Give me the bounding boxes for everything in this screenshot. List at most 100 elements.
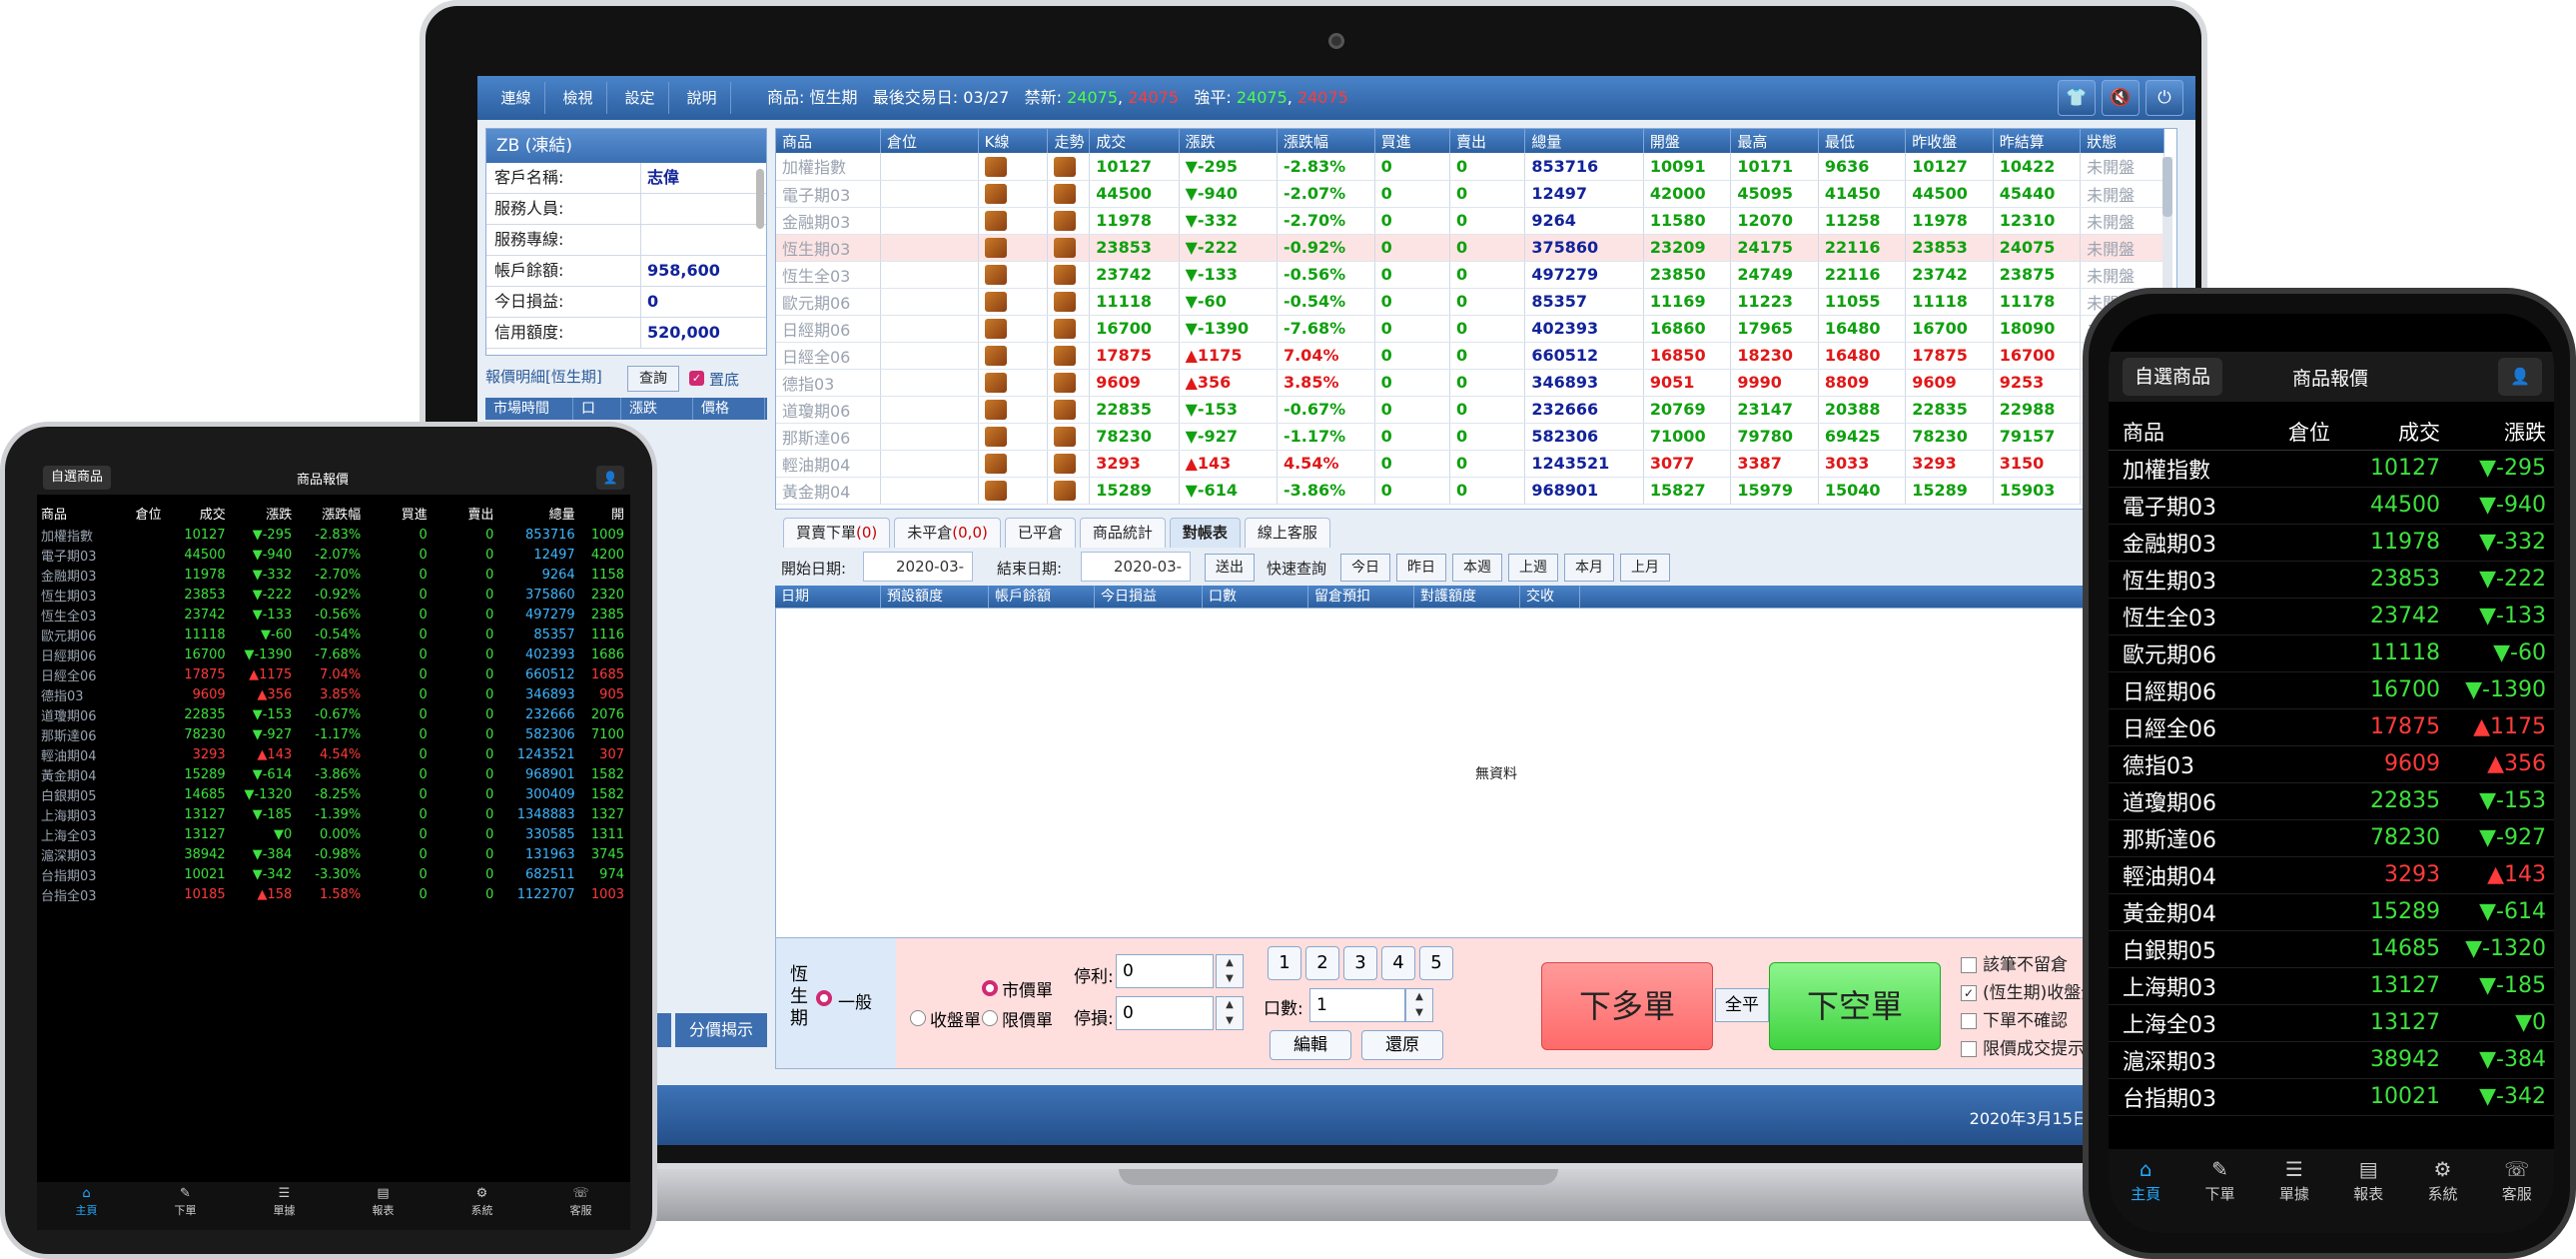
phone-column-header[interactable]: 成交	[2338, 414, 2448, 451]
edit-button[interactable]: 編輯	[1270, 1030, 1351, 1060]
grid-column-header[interactable]: 走勢	[1047, 129, 1091, 153]
phone-quote-row[interactable]: 日經全06 17875 ▲1175	[2109, 708, 2554, 746]
grid-column-header[interactable]: 昨收盤	[1905, 129, 1994, 153]
trend-icon[interactable]	[1054, 237, 1077, 258]
quick-range-button[interactable]: 上週	[1508, 554, 1558, 582]
kline-icon[interactable]	[984, 453, 1007, 474]
kline-icon[interactable]	[978, 450, 1049, 478]
end-date-input[interactable]: 2020-03-15	[1081, 552, 1191, 604]
quantity-input[interactable]: 1	[1309, 988, 1405, 1022]
phone-column-header[interactable]: 商品	[2109, 414, 2248, 451]
bottom-tab[interactable]: 線上客服	[1244, 518, 1330, 548]
quick-quantity-button[interactable]: 5	[1419, 946, 1453, 980]
quote-row[interactable]: 恆生期03 23853 ▼-222 -0.92% 0 0 375860 23209 24175 2…	[776, 234, 2164, 262]
tablet-column-header[interactable]: 開	[581, 501, 630, 525]
quick-quantity-button[interactable]: 2	[1305, 946, 1339, 980]
grid-column-header[interactable]: 最高	[1730, 129, 1819, 153]
phone-quote-row[interactable]: 金融期03 11978 ▼-332	[2109, 524, 2554, 562]
tab-price-disclosure[interactable]: 分價揭示	[674, 1013, 767, 1047]
trend-icon[interactable]	[1054, 264, 1077, 285]
take-profit-stepper[interactable]: ▲ ▼	[1216, 954, 1244, 988]
kline-icon[interactable]	[984, 264, 1007, 285]
phone-quote-row[interactable]: 台指期03 10021 ▼-342	[2109, 1078, 2554, 1116]
quick-range-button[interactable]: 本週	[1452, 554, 1502, 582]
nav-item[interactable]: ☰ 單據	[2257, 1149, 2331, 1233]
trend-icon[interactable]	[1047, 450, 1091, 478]
tablet-quote-row[interactable]: 金融期03 11978 ▼-332 -2.70% 0 0 9264 1158	[37, 565, 630, 585]
market-order-radio[interactable]	[982, 980, 998, 996]
grid-column-header[interactable]: 買進	[1374, 129, 1451, 153]
tablet-quote-row[interactable]: 電子期03 44500 ▼-940 -2.07% 0 0 12497 4200	[37, 545, 630, 565]
grid-column-header[interactable]: 賣出	[1449, 129, 1526, 153]
theme-icon[interactable]: 👕	[2058, 80, 2096, 116]
trend-icon[interactable]	[1047, 153, 1091, 181]
phone-watchlist-button[interactable]: 自選商品	[2123, 358, 2223, 396]
trend-icon[interactable]	[1047, 342, 1091, 370]
quick-range-button[interactable]: 上月	[1620, 554, 1670, 582]
grid-column-header[interactable]: K線	[978, 129, 1049, 153]
grid-column-header[interactable]: 總量	[1524, 129, 1644, 153]
flatten-all-button[interactable]: 全平	[1715, 988, 1769, 1022]
tablet-watchlist-button[interactable]: 自選商品	[43, 466, 112, 490]
kline-icon[interactable]	[978, 180, 1049, 208]
user-icon[interactable]: 👤	[2498, 358, 2542, 396]
tablet-quote-row[interactable]: 日經全06 17875 ▲1175 7.04% 0 0 660512 1685	[37, 664, 630, 684]
buy-long-button[interactable]: 下多單	[1541, 962, 1713, 1050]
kline-icon[interactable]	[984, 318, 1007, 339]
grid-column-header[interactable]: 商品	[776, 129, 881, 153]
phone-quote-row[interactable]: 那斯達06 78230 ▼-927	[2109, 819, 2554, 857]
trend-icon[interactable]	[1047, 396, 1091, 424]
bottom-tab[interactable]: 商品統計	[1079, 518, 1166, 548]
option-no-carry[interactable]: 該筆不留倉	[1961, 950, 2068, 975]
option-no-confirm[interactable]: 下單不確認	[1961, 1006, 2068, 1031]
phone-quote-row[interactable]: 歐元期06 11118 ▼-60	[2109, 634, 2554, 672]
general-mode-radio[interactable]	[816, 990, 832, 1006]
checkbox-checked-icon[interactable]: ✓	[1961, 985, 1977, 1001]
nav-item[interactable]: ⌂ 主頁	[2109, 1149, 2182, 1233]
kline-icon[interactable]	[984, 183, 1007, 204]
checkbox-icon[interactable]	[1961, 957, 1977, 973]
tablet-quote-row[interactable]: 上海期03 13127 ▼-185 -1.39% 0 0 1348883 1327	[37, 804, 630, 824]
trend-icon[interactable]	[1054, 156, 1077, 177]
tablet-quote-row[interactable]: 德指03 9609 ▲356 3.85% 0 0 346893 905	[37, 684, 630, 704]
quote-row[interactable]: 道瓊期06 22835 ▼-153 -0.67% 0 0 232666 20769 23147 2…	[776, 396, 2164, 424]
tablet-quote-row[interactable]: 台指全03 10185 ▲158 1.58% 0 0 1122707 1003	[37, 884, 630, 904]
quick-range-button[interactable]: 本月	[1564, 554, 1614, 582]
phone-quote-row[interactable]: 加權指數 10127 ▼-295	[2109, 450, 2554, 488]
stop-loss-stepper[interactable]: ▲ ▼	[1216, 996, 1244, 1030]
grid-column-header[interactable]: 開盤	[1643, 129, 1732, 153]
power-icon[interactable]: ⏻	[2146, 80, 2183, 116]
limit-order-radio[interactable]	[982, 1010, 998, 1026]
phone-quote-row[interactable]: 道瓊期06 22835 ▼-153	[2109, 782, 2554, 820]
quote-row[interactable]: 那斯達06 78230 ▼-927 -1.17% 0 0 582306 71000 79780 6…	[776, 423, 2164, 451]
checkbox-icon[interactable]	[1961, 1041, 1977, 1057]
bottom-tab[interactable]: 未平倉(0,0)	[894, 518, 1001, 548]
tablet-column-header[interactable]: 漲跌	[232, 501, 299, 525]
menu-settings[interactable]: 設定	[611, 82, 669, 114]
trend-icon[interactable]	[1047, 234, 1091, 262]
checkbox-icon[interactable]	[1961, 1013, 1977, 1029]
kline-icon[interactable]	[984, 291, 1007, 312]
account-scrollbar[interactable]	[756, 169, 764, 229]
nav-item[interactable]: ⚙ 系統	[2405, 1149, 2479, 1233]
nav-item[interactable]: ☰ 單據	[235, 1182, 334, 1230]
tablet-quote-row[interactable]: 滬深期03 38942 ▼-384 -0.98% 0 0 131963 3745	[37, 844, 630, 864]
nav-item[interactable]: ▤ 報表	[2331, 1149, 2405, 1233]
start-date-input[interactable]: 2020-03-15	[863, 552, 973, 604]
phone-quote-row[interactable]: 上海全03 13127 ▼0	[2109, 1004, 2554, 1042]
trend-icon[interactable]	[1047, 423, 1091, 451]
kline-icon[interactable]	[984, 345, 1007, 366]
phone-quote-row[interactable]: 日經期06 16700 ▼-1390	[2109, 671, 2554, 709]
phone-quote-row[interactable]: 黃金期04 15289 ▼-614	[2109, 893, 2554, 931]
phone-column-header[interactable]: 倉位	[2248, 414, 2338, 451]
quote-detail-query-button[interactable]: 查詢	[627, 366, 679, 392]
tablet-quote-row[interactable]: 台指期03 10021 ▼-342 -3.30% 0 0 682511 974	[37, 864, 630, 884]
nav-item[interactable]: ▤ 報表	[334, 1182, 432, 1230]
menu-view[interactable]: 檢視	[549, 82, 607, 114]
bottom-tab[interactable]: 買賣下單(0)	[783, 518, 891, 548]
tablet-column-header[interactable]: 商品	[37, 501, 113, 525]
grid-column-header[interactable]: 漲跌	[1179, 129, 1278, 153]
trend-icon[interactable]	[1054, 453, 1077, 474]
tablet-quote-row[interactable]: 輕油期04 3293 ▲143 4.54% 0 0 1243521 307	[37, 744, 630, 764]
trend-icon[interactable]	[1054, 210, 1077, 231]
